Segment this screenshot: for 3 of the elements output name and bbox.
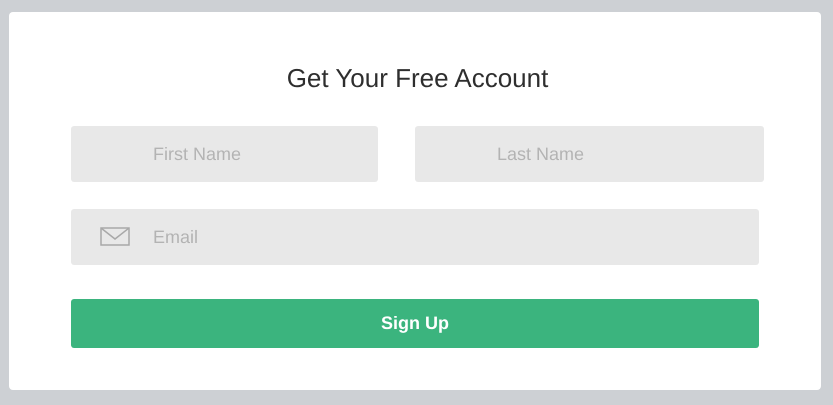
- form-title: Get Your Free Account: [286, 62, 550, 95]
- envelope-icon: [100, 227, 130, 247]
- sign-up-button[interactable]: Sign Up: [71, 299, 759, 348]
